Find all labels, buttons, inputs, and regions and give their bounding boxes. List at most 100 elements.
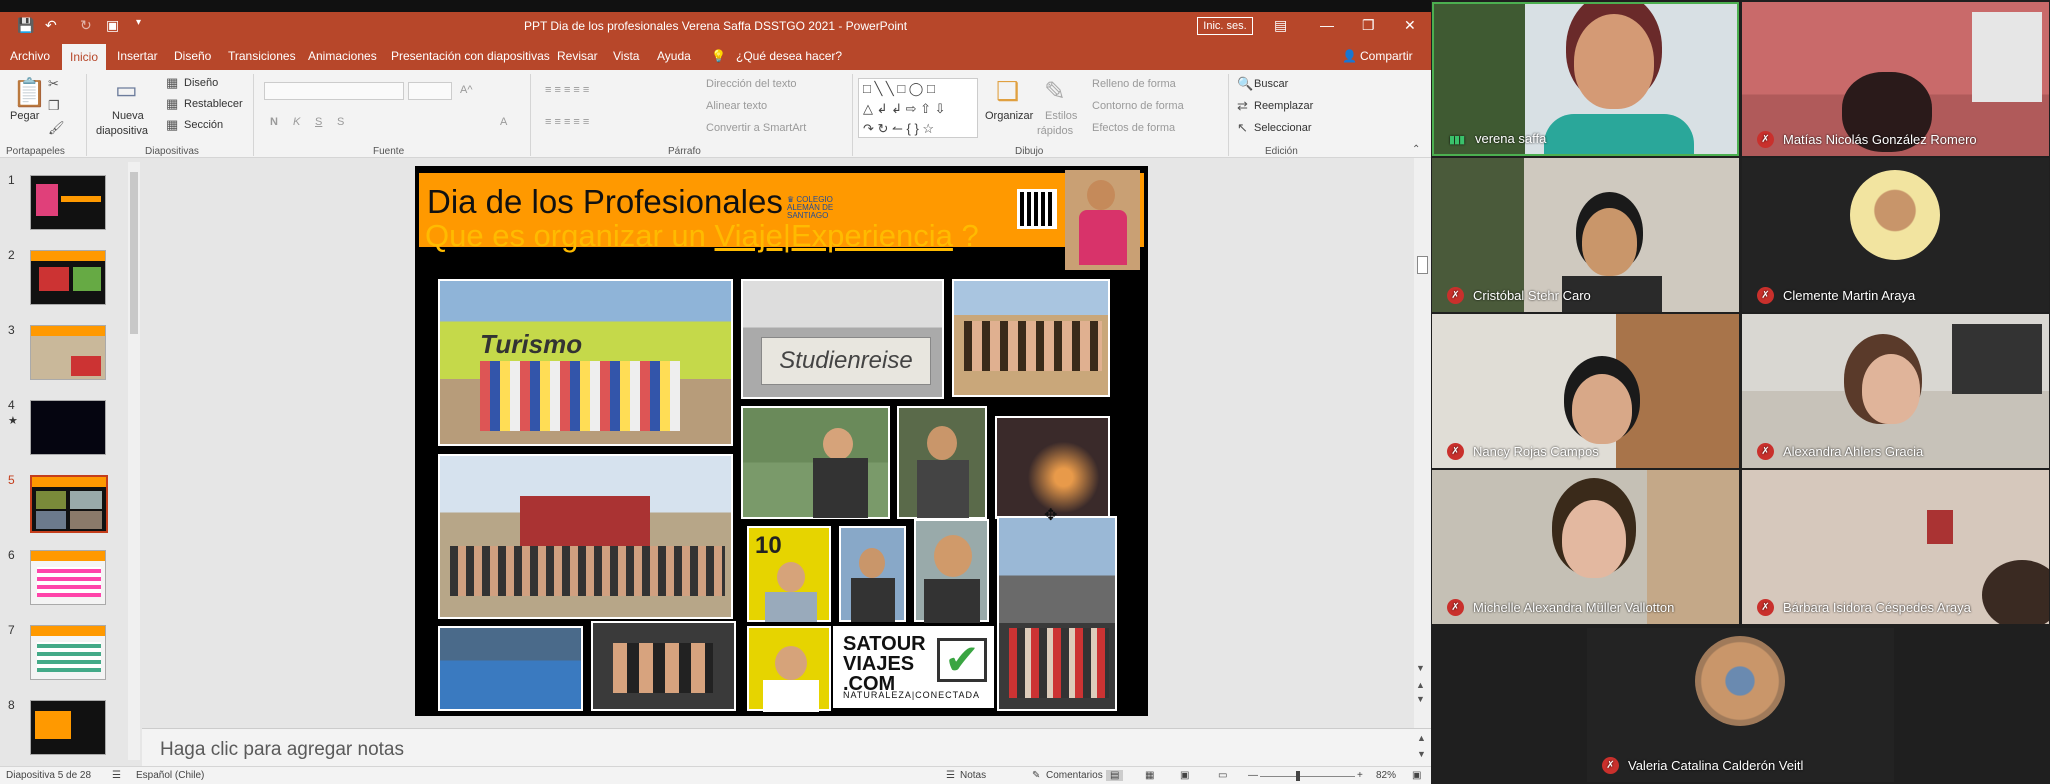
language-status[interactable]: Español (Chile) bbox=[136, 770, 204, 781]
slide-thumbnail-7[interactable] bbox=[30, 625, 106, 680]
participant-tile[interactable]: ✗ Clemente Martin Araya bbox=[1742, 158, 2049, 312]
zoom-out-icon[interactable]: — bbox=[1248, 770, 1258, 781]
tab-ayuda[interactable]: Ayuda bbox=[657, 49, 691, 63]
share-button[interactable]: Compartir bbox=[1360, 49, 1413, 63]
tab-revisar[interactable]: Revisar bbox=[557, 49, 598, 63]
zoom-level[interactable]: 82% bbox=[1376, 770, 1396, 781]
editor-scrollbar[interactable] bbox=[1414, 158, 1431, 728]
new-slide-label-2[interactable]: diapositiva bbox=[96, 125, 148, 137]
slide-thumbnail-5[interactable] bbox=[30, 475, 108, 533]
slide-thumbnail-3[interactable] bbox=[30, 325, 106, 380]
tell-me-search[interactable]: ¿Qué desea hacer? bbox=[736, 49, 842, 63]
font-color-button[interactable]: A bbox=[500, 116, 507, 128]
new-slide-label[interactable]: Nueva bbox=[112, 110, 144, 122]
thumbnail-scrollbar-thumb[interactable] bbox=[130, 172, 138, 334]
convert-smartart-button[interactable]: Convertir a SmartArt bbox=[706, 122, 806, 134]
zoom-slider-knob[interactable] bbox=[1296, 771, 1300, 781]
zoom-slider[interactable] bbox=[1260, 776, 1355, 777]
next-slide-icon[interactable]: ▼ bbox=[1416, 694, 1425, 704]
slide-thumbnail-4[interactable] bbox=[30, 400, 106, 455]
tab-animaciones[interactable]: Animaciones bbox=[308, 49, 377, 63]
tab-presentacion[interactable]: Presentación con diapositivas bbox=[391, 49, 550, 63]
participant-tile[interactable]: ✗ Alexandra Ahlers Gracia bbox=[1742, 314, 2049, 468]
section-button[interactable]: Sección bbox=[184, 119, 223, 131]
slide-thumbnail-8[interactable] bbox=[30, 700, 106, 755]
participant-tile[interactable]: ▮▮▮ verena saffa bbox=[1432, 2, 1739, 156]
bold-button[interactable]: N bbox=[270, 116, 278, 128]
previous-slide-icon[interactable]: ▲ bbox=[1416, 680, 1425, 690]
bullets-button[interactable]: ≡ ≡ ≡ ≡ ≡ bbox=[545, 84, 589, 96]
slide-thumbnail-2[interactable] bbox=[30, 250, 106, 305]
copy-icon[interactable]: ❐ bbox=[48, 98, 60, 114]
cut-icon[interactable]: ✂ bbox=[48, 76, 59, 92]
slide-title[interactable]: Dia de los Profesionales bbox=[427, 183, 783, 221]
slideshow-icon[interactable]: ▭ bbox=[1218, 770, 1227, 781]
tab-transiciones[interactable]: Transiciones bbox=[228, 49, 296, 63]
editor-scrollbar-thumb[interactable] bbox=[1417, 256, 1428, 274]
close-icon[interactable]: ✕ bbox=[1404, 17, 1416, 34]
zoom-in-icon[interactable]: + bbox=[1357, 770, 1363, 781]
tab-diseno[interactable]: Diseño bbox=[174, 49, 211, 63]
photo-group-desert bbox=[952, 279, 1110, 397]
participant-tile[interactable]: ✗ Matías Nicolás González Romero bbox=[1742, 2, 2049, 156]
reset-button[interactable]: Restablecer bbox=[184, 98, 243, 110]
shape-outline-button[interactable]: Contorno de forma bbox=[1092, 100, 1184, 112]
font-size-select[interactable] bbox=[408, 82, 452, 100]
scroll-down-icon[interactable]: ▼ bbox=[1416, 663, 1425, 673]
shapes-gallery[interactable]: □ ╲ ╲ □ ◯ □ △ ↲ ↲ ⇨ ⇧ ⇩ ↷ ↻ ↼ { } ☆ bbox=[858, 78, 978, 138]
format-painter-icon[interactable]: 🖌 bbox=[48, 120, 65, 136]
normal-view-icon[interactable]: ▤ bbox=[1106, 770, 1124, 781]
restore-icon[interactable]: ❐ bbox=[1362, 17, 1375, 34]
shape-effects-button[interactable]: Efectos de forma bbox=[1092, 122, 1175, 134]
collapse-ribbon-icon[interactable]: ⌃ bbox=[1412, 144, 1420, 155]
tab-archivo[interactable]: Archivo bbox=[10, 49, 50, 63]
paste-button[interactable]: Pegar bbox=[10, 110, 39, 122]
slide-thumbnail-1[interactable] bbox=[30, 175, 106, 230]
tab-vista[interactable]: Vista bbox=[613, 49, 639, 63]
spellcheck-icon[interactable]: ☰ bbox=[112, 770, 121, 781]
quick-styles-icon[interactable]: ✎ bbox=[1044, 76, 1066, 107]
notes-placeholder[interactable]: Haga clic para agregar notas bbox=[160, 739, 404, 761]
participant-tile[interactable]: ✗ Bárbara Isidora Céspedes Araya bbox=[1742, 470, 2049, 624]
signin-button[interactable]: Inic. ses. bbox=[1197, 17, 1253, 35]
tab-insertar[interactable]: Insertar bbox=[117, 49, 158, 63]
quick-styles-label-2[interactable]: rápidos bbox=[1037, 125, 1073, 137]
notes-pane[interactable]: Haga clic para agregar notas ▲ ▼ bbox=[142, 728, 1431, 766]
notes-scroll-down-icon[interactable]: ▼ bbox=[1417, 749, 1426, 759]
slide-sorter-icon[interactable]: ▦ bbox=[1145, 770, 1154, 781]
participant-tile[interactable]: ✗ Cristóbal Stehr Caro bbox=[1432, 158, 1739, 312]
notes-scroll-up-icon[interactable]: ▲ bbox=[1417, 733, 1426, 743]
tab-inicio[interactable]: Inicio bbox=[62, 44, 107, 70]
quick-styles-label[interactable]: Estilos bbox=[1045, 110, 1077, 122]
participant-tile[interactable]: ✗ Nancy Rojas Campos bbox=[1432, 314, 1739, 468]
replace-button[interactable]: Reemplazar bbox=[1254, 100, 1313, 112]
current-slide[interactable]: Dia de los Profesionales ♛ COLEGIO ALEMÁ… bbox=[415, 166, 1148, 716]
font-family-select[interactable] bbox=[264, 82, 404, 100]
shadow-button[interactable]: S bbox=[337, 116, 344, 128]
select-button[interactable]: Seleccionar bbox=[1254, 122, 1311, 134]
slide-thumbnail-6[interactable] bbox=[30, 550, 106, 605]
new-slide-icon[interactable]: ▭ bbox=[115, 76, 138, 105]
minimize-icon[interactable]: — bbox=[1320, 17, 1334, 33]
increase-font-button[interactable]: A^ bbox=[460, 84, 473, 96]
underline-button[interactable]: S bbox=[315, 116, 322, 128]
arrange-button[interactable]: Organizar bbox=[985, 110, 1033, 122]
ribbon-display-icon[interactable]: ▤ bbox=[1274, 17, 1287, 34]
subtitle-link[interactable]: Viaje|Experiencia bbox=[715, 218, 953, 253]
align-text-button[interactable]: Alinear texto bbox=[706, 100, 767, 112]
participant-tile[interactable]: ✗ Michelle Alexandra Müller Vallotton bbox=[1432, 470, 1739, 624]
notes-button[interactable]: Notas bbox=[960, 770, 986, 781]
italic-button[interactable]: K bbox=[293, 116, 300, 128]
find-button[interactable]: Buscar bbox=[1254, 78, 1288, 90]
clipboard-icon[interactable]: 📋 bbox=[12, 76, 47, 109]
participant-tile[interactable]: ✗ Valeria Catalina Calderón Veitl bbox=[1587, 628, 1894, 782]
shape-fill-button[interactable]: Relleno de forma bbox=[1092, 78, 1176, 90]
reading-view-icon[interactable]: ▣ bbox=[1180, 770, 1189, 781]
slide-subtitle[interactable]: Que es organizar un Viaje|Experiencia ? bbox=[425, 218, 979, 254]
comments-button[interactable]: Comentarios bbox=[1046, 770, 1103, 781]
fit-slide-icon[interactable]: ▣ bbox=[1412, 770, 1421, 781]
align-buttons[interactable]: ≡ ≡ ≡ ≡ ≡ bbox=[545, 116, 589, 128]
text-direction-button[interactable]: Dirección del texto bbox=[706, 78, 797, 90]
arrange-icon[interactable]: ❑ bbox=[996, 76, 1019, 107]
layout-button[interactable]: Diseño bbox=[184, 77, 218, 89]
